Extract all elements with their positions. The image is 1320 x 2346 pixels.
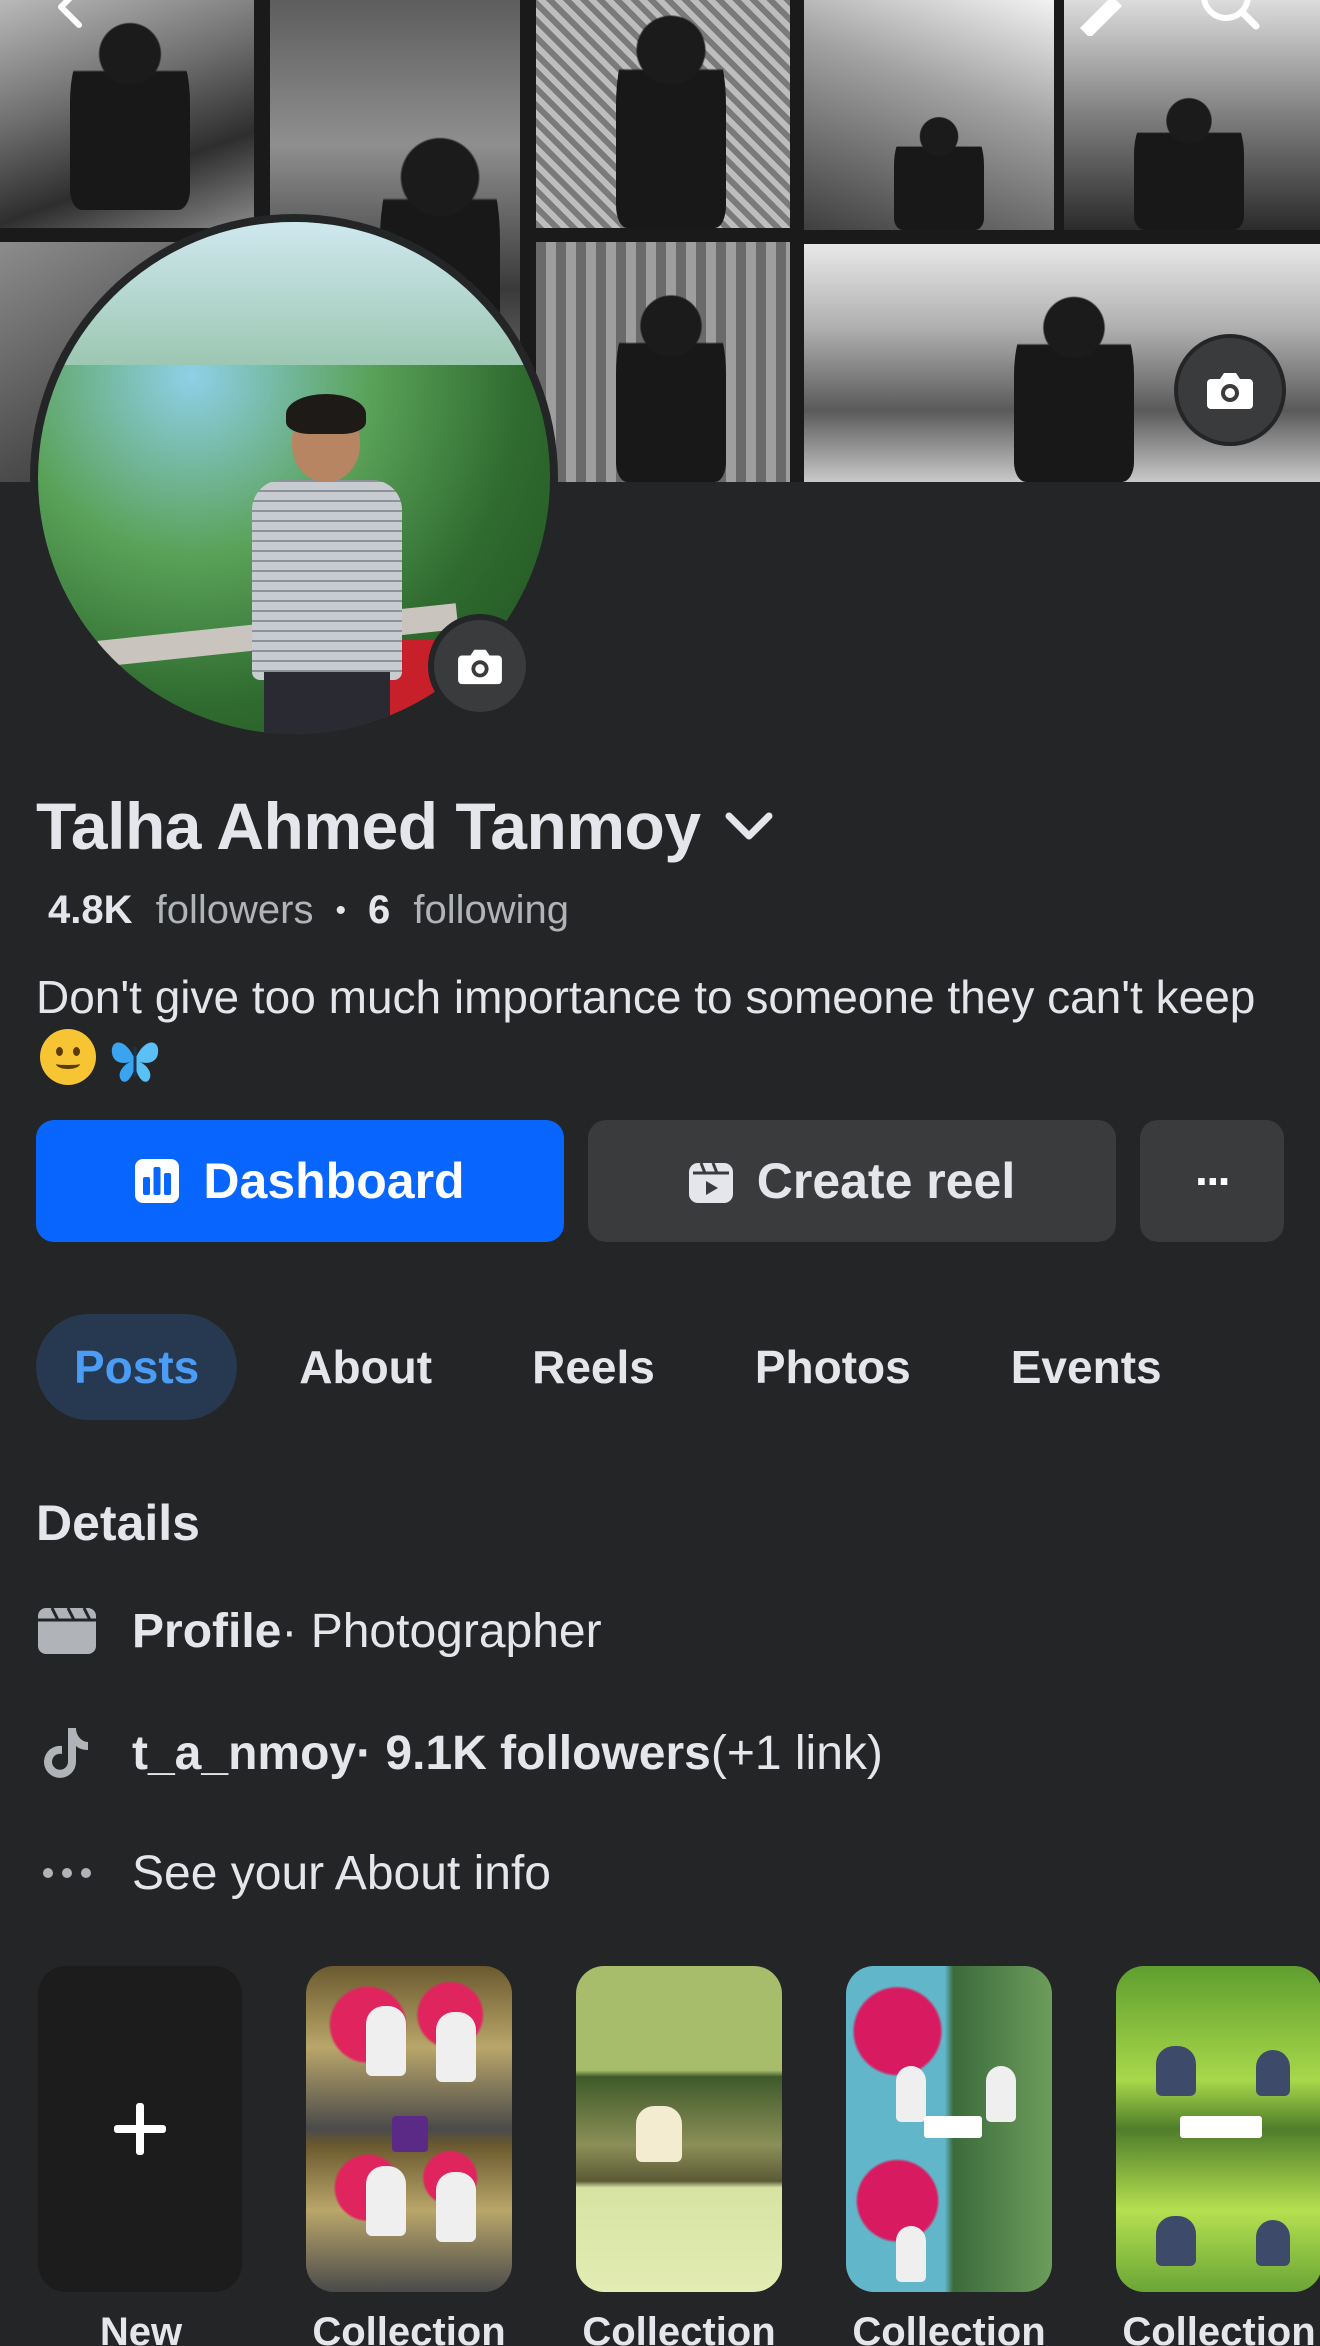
tab-posts[interactable]: Posts (36, 1314, 238, 1420)
collection-thumbnail (846, 1966, 1052, 2292)
camera-icon (1207, 373, 1253, 409)
tab-about[interactable]: About (261, 1314, 470, 1420)
chevron-down-icon[interactable] (723, 810, 775, 849)
collection-label: Collection (582, 2310, 776, 2346)
following-label: following (413, 888, 570, 932)
tiktok-extra-links: (+1 link) (710, 1726, 883, 1780)
collection-thumbnail (576, 1966, 782, 2292)
dashboard-button[interactable]: Dashboard (36, 1120, 564, 1242)
collection-item[interactable]: Collection (306, 1966, 512, 2346)
more-options-label: ··· (1195, 1155, 1233, 1207)
see-about-info-link[interactable]: See your About info (36, 1842, 551, 1904)
new-collection-label: New (99, 2310, 183, 2346)
profile-name-row[interactable]: Talha Ahmed Tanmoy (36, 788, 775, 864)
profile-actions: Dashboard Create reel ··· (36, 1120, 1284, 1242)
tab-photos[interactable]: Photos (717, 1314, 949, 1420)
plus-icon (114, 2103, 166, 2155)
tab-events[interactable]: Events (973, 1314, 1200, 1420)
butterfly-emoji-icon (108, 1035, 162, 1100)
detail-profile-label: Profile (132, 1604, 282, 1658)
followers-count: 4.8K (48, 888, 133, 932)
detail-tiktok[interactable]: t_a_nmoy · 9.1K followers (+1 link) (36, 1722, 883, 1784)
collection-item[interactable]: Collection (846, 1966, 1052, 2346)
tab-reels[interactable]: Reels (494, 1314, 693, 1420)
collection-thumbnail (1116, 1966, 1320, 2292)
clapperboard-icon (36, 1600, 98, 1662)
following-link[interactable]: 6 following (368, 888, 569, 933)
collection-item[interactable]: Collection (1116, 1966, 1320, 2346)
create-reel-button-label: Create reel (756, 1153, 1016, 1209)
tiktok-icon (36, 1722, 98, 1784)
more-dots-icon (36, 1842, 98, 1904)
more-options-button[interactable]: ··· (1140, 1120, 1284, 1242)
collection-label: Collection (852, 2310, 1046, 2346)
profile-page: Talha Ahmed Tanmoy 4.8K followers • 6 fo… (0, 0, 1320, 2346)
collection-thumbnail (306, 1966, 512, 2292)
edit-cover-button[interactable] (1174, 334, 1286, 446)
search-icon[interactable] (1196, 0, 1266, 38)
pencil-icon[interactable] (1070, 0, 1130, 36)
collection-label: Collection (312, 2310, 506, 2346)
cover-collage-tile (804, 0, 1054, 230)
profile-stats: 4.8K followers • 6 following (48, 888, 569, 933)
tiktok-followers: · 9.1K followers (356, 1726, 711, 1780)
new-collection-button[interactable]: New (38, 1966, 244, 2346)
featured-collections: New Collection Collection Collection Col… (38, 1966, 1320, 2346)
edit-profile-picture-button[interactable] (428, 614, 532, 718)
collection-item[interactable]: Collection (576, 1966, 782, 2346)
cover-collage-tile (536, 242, 790, 482)
slightly-smiling-emoji-icon (40, 1029, 96, 1085)
cover-collage-tile (0, 0, 254, 228)
collection-label: Collection (1122, 2310, 1316, 2346)
followers-label: followers (155, 888, 314, 932)
new-collection-tile (38, 1966, 242, 2292)
followers-link[interactable]: 4.8K followers (48, 888, 313, 933)
stats-separator: • (335, 893, 346, 927)
detail-profile-value: · Photographer (281, 1604, 602, 1658)
details-heading: Details (36, 1495, 200, 1551)
tiktok-handle: t_a_nmoy (132, 1726, 357, 1780)
profile-name: Talha Ahmed Tanmoy (36, 789, 701, 863)
camera-icon (458, 649, 502, 685)
back-arrow-icon[interactable] (44, 0, 94, 32)
dashboard-button-label: Dashboard (203, 1153, 465, 1209)
bar-chart-icon (135, 1159, 180, 1203)
see-about-info-label: See your About info (132, 1846, 551, 1900)
following-count: 6 (367, 888, 391, 932)
detail-profile-category: Profile · Photographer (36, 1600, 602, 1662)
profile-bio: Don't give too much importance to someon… (36, 966, 1276, 1100)
bio-text: Don't give too much importance to someon… (36, 971, 1256, 1023)
cover-collage-tile (536, 0, 790, 228)
profile-tabs: Posts About Reels Photos Events (36, 1314, 1224, 1420)
reel-icon (688, 1159, 733, 1203)
create-reel-button[interactable]: Create reel (588, 1120, 1116, 1242)
